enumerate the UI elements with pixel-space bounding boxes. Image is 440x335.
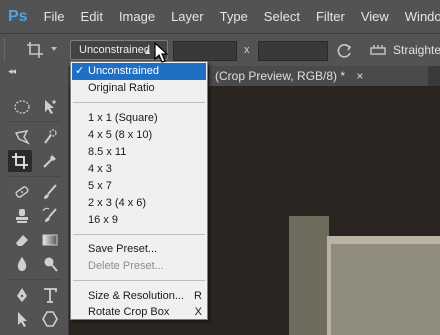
option-label: 4 x 3 [88,163,112,175]
pen-tool-icon[interactable] [10,284,34,306]
options-bar: Unconstrained ▲▼ x Straighten [0,33,440,67]
menu-select[interactable]: Select [256,9,308,24]
photoshop-logo: Ps [8,7,28,25]
dimension-separator: x [244,44,250,56]
type-tool-icon[interactable] [38,284,62,306]
ratio-option-original[interactable]: Original Ratio [72,80,206,97]
crop-tool-preset-icon[interactable] [26,41,44,59]
size-resolution-option[interactable]: Size & Resolution... R [72,288,206,305]
crop-ratio-dropdown: ✓ Unconstrained Original Ratio 1 x 1 (Sq… [70,61,208,320]
ratio-option-4x3[interactable]: 4 x 3 [72,161,206,178]
brush-tool-icon[interactable] [38,181,62,203]
ratio-option-2x3[interactable]: 2 x 3 (4 x 6) [72,195,206,212]
option-label: Size & Resolution... [88,290,184,302]
toolbar-separator [8,176,60,177]
shape-tool-icon[interactable] [38,308,62,330]
option-label: Save Preset... [88,243,158,255]
path-selection-tool-icon[interactable] [10,308,34,330]
eyedropper-tool-icon[interactable] [38,150,62,172]
close-tab-icon[interactable]: × [356,69,363,83]
tool-preset-caret-icon[interactable] [51,47,57,51]
rotate-crop-box-option[interactable]: Rotate Crop Box X [72,304,206,321]
menu-filter[interactable]: Filter [308,9,353,24]
gradient-tool-icon[interactable] [38,229,62,251]
menu-separator [73,280,205,281]
menu-separator [73,234,205,235]
photo-content [331,244,440,335]
option-label: Rotate Crop Box [88,306,170,318]
straighten-button-label[interactable]: Straighten [393,43,440,57]
ratio-option-4x5[interactable]: 4 x 5 (8 x 10) [72,127,206,144]
options-bar-grip[interactable] [4,39,7,61]
photo-content [289,216,329,335]
menu-image[interactable]: Image [111,9,163,24]
collapse-panel-icon[interactable]: ◂◂ [8,66,16,77]
menu-edit[interactable]: Edit [73,9,111,24]
dodge-tool-icon[interactable] [38,253,62,275]
lasso-tool-icon[interactable] [10,126,34,148]
ratio-option-8-5x11[interactable]: 8.5 x 11 [72,144,206,161]
quick-selection-tool-icon[interactable] [38,126,62,148]
menu-separator [73,102,205,103]
crop-ratio-value: Unconstrained [79,44,150,56]
shortcut-label: X [194,306,202,318]
mouse-cursor-icon [154,41,170,64]
ratio-option-unconstrained[interactable]: ✓ Unconstrained [72,63,206,80]
straighten-icon[interactable] [370,43,386,57]
delete-preset-option: Delete Preset... [72,258,206,275]
swap-dimensions-icon[interactable] [335,42,353,60]
option-label: 16 x 9 [88,214,118,226]
option-label: 4 x 5 (8 x 10) [88,129,153,141]
eraser-tool-icon[interactable] [10,229,34,251]
option-label: 5 x 7 [88,180,112,192]
option-label: 1 x 1 (Square) [88,112,158,124]
toolbar-separator [8,121,60,122]
option-label: Delete Preset... [88,260,164,272]
menu-window[interactable]: Window [397,9,440,24]
marquee-tool-icon[interactable] [10,96,34,118]
ratio-option-16x9[interactable]: 16 x 9 [72,212,206,229]
history-brush-tool-icon[interactable] [38,205,62,227]
blur-tool-icon[interactable] [10,253,34,275]
tools-panel: ◂◂ [0,66,69,335]
healing-brush-tool-icon[interactable] [10,181,34,203]
checkmark-icon: ✓ [75,65,85,77]
crop-width-field[interactable] [173,41,237,61]
option-label: 8.5 x 11 [88,146,127,158]
ratio-option-5x7[interactable]: 5 x 7 [72,178,206,195]
option-label: 2 x 3 (4 x 6) [88,197,147,209]
option-label: Original Ratio [88,82,155,94]
menu-file[interactable]: File [36,9,73,24]
menu-type[interactable]: Type [212,9,256,24]
save-preset-option[interactable]: Save Preset... [72,241,206,258]
clone-stamp-tool-icon[interactable] [10,205,34,227]
ratio-option-1x1[interactable]: 1 x 1 (Square) [72,110,206,127]
menu-bar: Ps File Edit Image Layer Type Select Fil… [0,0,440,33]
option-label: Unconstrained [88,65,159,77]
document-tab-title: (Crop Preview, RGB/8) * [215,69,346,83]
menu-layer[interactable]: Layer [163,9,212,24]
menu-view[interactable]: View [353,9,397,24]
crop-tool-icon[interactable] [8,150,32,172]
document-tab[interactable]: (Crop Preview, RGB/8) * × [208,66,428,86]
crop-height-field[interactable] [258,41,328,61]
shortcut-label: R [194,290,202,302]
move-tool-icon[interactable] [38,96,62,118]
toolbar-separator [8,279,60,280]
